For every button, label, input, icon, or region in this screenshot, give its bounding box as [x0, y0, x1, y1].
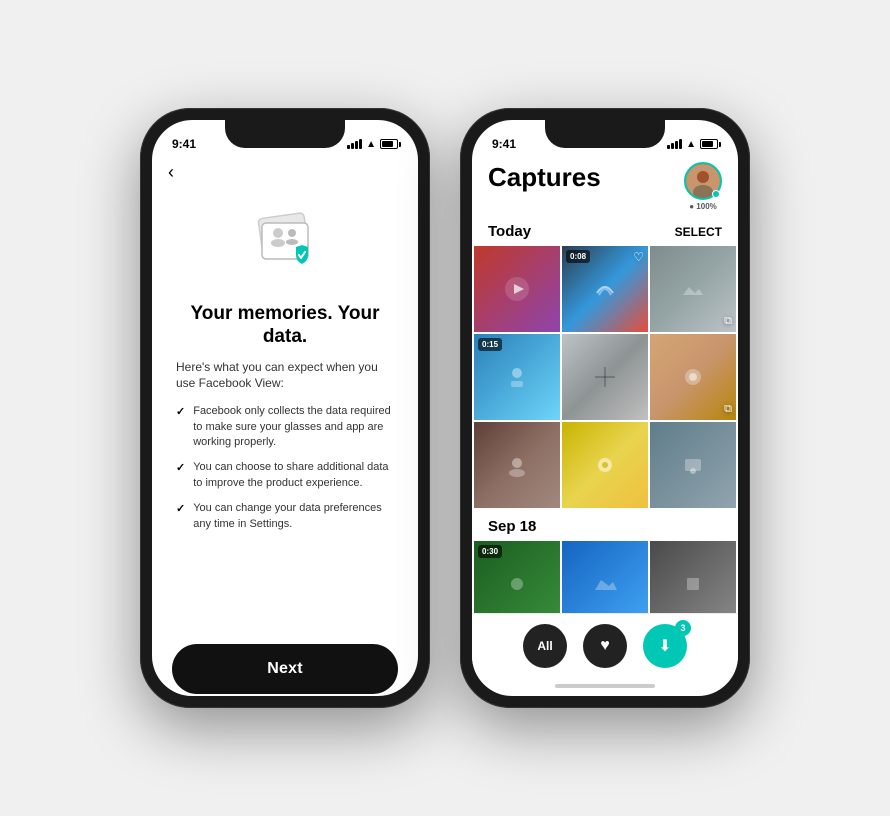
notch-left: [225, 120, 345, 148]
home-indicator-right: [472, 676, 738, 696]
signal-icon: [347, 139, 362, 149]
photo-bg-6: [650, 334, 736, 420]
bullet-text-2: You can choose to share additional data …: [193, 460, 394, 491]
privacy-icon: [240, 197, 330, 287]
bullet-text-3: You can change your data preferences any…: [193, 501, 394, 532]
next-button-area: Next: [152, 632, 418, 696]
photo-cell-5[interactable]: [562, 334, 648, 420]
photo-bg-8: [562, 422, 648, 508]
today-label: Today: [488, 223, 531, 240]
today-section-header: Today SELECT: [472, 219, 738, 246]
left-phone-screen: 9:41 ▲ ‹: [152, 120, 418, 696]
photo-bg-9: [650, 422, 736, 508]
left-status-icons: ▲: [347, 139, 398, 150]
photo-cell-11[interactable]: [562, 541, 648, 613]
checkmark-1: ✓: [176, 405, 185, 420]
sep18-label: Sep 18: [488, 518, 536, 535]
video-badge-10: 0:30: [478, 545, 502, 558]
bullet-text-1: Facebook only collects the data required…: [193, 404, 394, 450]
photo-cell-1[interactable]: [474, 246, 560, 332]
copy-icon-3: ⧉: [724, 315, 732, 328]
all-tab-button[interactable]: All: [523, 624, 567, 668]
checkmark-3: ✓: [176, 502, 185, 517]
video-badge-4: 0:15: [478, 338, 502, 351]
download-badge: 3: [675, 620, 691, 636]
gallery-scroll[interactable]: Today SELECT: [472, 219, 738, 613]
notch-right: [545, 120, 665, 148]
right-phone-screen: 9:41 ▲ Captures: [472, 120, 738, 696]
sep18-section-header: Sep 18: [472, 514, 738, 541]
checkmark-2: ✓: [176, 461, 185, 476]
sep18-photo-grid: 0:30: [472, 541, 738, 613]
captures-header: Captures ● 100%: [472, 158, 738, 219]
privacy-subtitle: Here's what you can expect when you use …: [176, 359, 394, 393]
photo-cell-2[interactable]: 0:08 ♡: [562, 246, 648, 332]
home-bar-right: [555, 684, 655, 688]
right-time: 9:41: [492, 137, 516, 151]
content-area: Your memories. Your data. Here's what yo…: [152, 187, 418, 632]
bullet-item-2: ✓ You can choose to share additional dat…: [176, 460, 394, 491]
photo-bg-12: [650, 541, 736, 613]
avatar-container[interactable]: ● 100%: [684, 162, 722, 211]
back-button[interactable]: ‹: [152, 158, 418, 187]
download-tab-button[interactable]: ⬇ 3: [643, 624, 687, 668]
status-dot: [712, 190, 720, 198]
next-button[interactable]: Next: [172, 644, 398, 694]
right-phone: 9:41 ▲ Captures: [460, 108, 750, 708]
heart-tab-icon: ♥: [600, 637, 610, 655]
download-tab-icon: ⬇: [658, 636, 671, 656]
privacy-title: Your memories. Your data.: [176, 303, 394, 349]
photo-cell-12[interactable]: [650, 541, 736, 613]
bullet-list: ✓ Facebook only collects the data requir…: [176, 404, 394, 532]
wifi-icon: ▲: [366, 139, 376, 150]
right-wifi-icon: ▲: [686, 139, 696, 150]
right-status-icons: ▲: [667, 139, 718, 150]
photo-bg-1: [474, 246, 560, 332]
photo-cell-8[interactable]: [562, 422, 648, 508]
right-signal-icon: [667, 139, 682, 149]
captures-title: Captures: [488, 162, 601, 193]
today-photo-grid: 0:08 ♡ ⧉: [472, 246, 738, 508]
photo-cell-10[interactable]: 0:30: [474, 541, 560, 613]
left-phone: 9:41 ▲ ‹: [140, 108, 430, 708]
photo-bg-7: [474, 422, 560, 508]
video-badge-2: 0:08: [566, 250, 590, 263]
photo-bg-5: [562, 334, 648, 420]
avatar-pct: ● 100%: [689, 202, 717, 211]
photo-cell-6[interactable]: ⧉: [650, 334, 736, 420]
copy-icon-6: ⧉: [724, 403, 732, 416]
heart-icon-2: ♡: [633, 250, 644, 264]
all-tab-label: All: [537, 639, 552, 653]
photo-cell-4[interactable]: 0:15: [474, 334, 560, 420]
battery-icon: [380, 139, 398, 149]
right-battery-icon: [700, 139, 718, 149]
left-screen-content: ‹: [152, 158, 418, 696]
phones-container: 9:41 ▲ ‹: [140, 108, 750, 708]
bullet-item-1: ✓ Facebook only collects the data requir…: [176, 404, 394, 450]
bottom-tab-bar: All ♥ ⬇ 3: [472, 613, 738, 676]
photo-cell-9[interactable]: [650, 422, 736, 508]
photo-bg-11: [562, 541, 648, 613]
select-button[interactable]: SELECT: [675, 225, 722, 239]
photo-bg-3: [650, 246, 736, 332]
bullet-item-3: ✓ You can change your data preferences a…: [176, 501, 394, 532]
photo-cell-7[interactable]: [474, 422, 560, 508]
left-time: 9:41: [172, 137, 196, 151]
photo-cell-3[interactable]: ⧉: [650, 246, 736, 332]
heart-tab-button[interactable]: ♥: [583, 624, 627, 668]
